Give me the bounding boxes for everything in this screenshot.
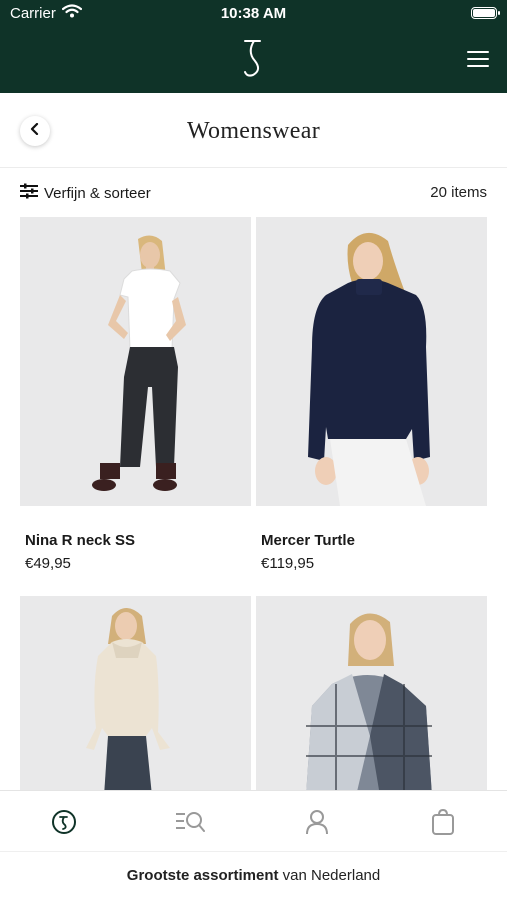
status-bar: Carrier 10:38 AM (0, 0, 507, 28)
brand-logo-icon[interactable] (240, 38, 268, 83)
bag-icon[interactable] (426, 805, 460, 839)
product-image[interactable] (20, 217, 251, 506)
status-time: 10:38 AM (220, 5, 287, 22)
footer-bold-text: Grootste assortiment (126, 867, 279, 884)
refine-sort-label: Verfijn & sorteer (44, 184, 151, 202)
bottom-tab-bar (0, 790, 507, 852)
filter-bar: Verfijn & sorteer 20 items (0, 168, 507, 216)
footer-tagline: Grootste assortiment van Nederland (0, 851, 507, 901)
footer-text: van Nederland (278, 867, 381, 884)
page-title: Womenswear (186, 118, 321, 144)
battery-icon (471, 7, 500, 19)
app-header: Carrier 10:38 AM (0, 0, 507, 93)
product-image[interactable] (256, 217, 487, 506)
hamburger-menu-icon[interactable] (467, 51, 489, 68)
items-count: 20 items (430, 184, 487, 201)
product-price: €119,95 (261, 555, 315, 572)
product-card[interactable]: Mercer Turtle €119,95 (256, 217, 487, 572)
home-logo-icon[interactable] (47, 805, 81, 839)
refine-sort-button[interactable]: Verfijn & sorteer (20, 183, 151, 203)
account-icon[interactable] (300, 805, 334, 839)
product-name[interactable]: Nina R neck SS (20, 532, 251, 549)
product-price: €49,95 (25, 555, 71, 572)
product-card[interactable]: Nina R neck SS €49,95 (20, 217, 251, 572)
title-bar: Womenswear (0, 93, 507, 168)
product-name[interactable]: Mercer Turtle (256, 532, 487, 549)
search-list-icon[interactable] (173, 805, 207, 839)
sliders-icon (20, 183, 38, 203)
